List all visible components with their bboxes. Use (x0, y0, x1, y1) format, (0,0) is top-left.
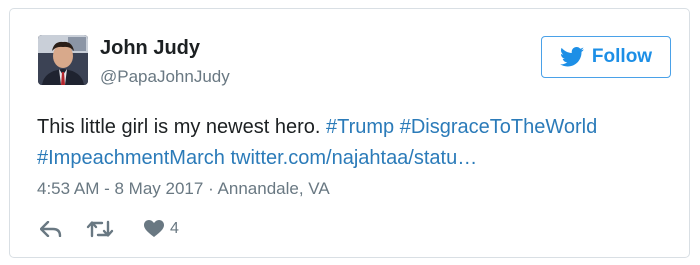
tweet-body: This little girl is my newest hero. (37, 116, 321, 138)
meta-separator: · (208, 179, 214, 198)
like-count: 4 (170, 220, 179, 237)
hashtag-trump[interactable]: #Trump (326, 116, 394, 138)
tweet-actions: 4 (40, 218, 179, 240)
tweet-link[interactable]: twitter.com/najahtaa/statu… (230, 147, 477, 169)
tweet-timestamp[interactable]: 4:53 AM - 8 May 2017 (37, 179, 203, 198)
like-button[interactable]: 4 (144, 220, 179, 238)
tweet-text: This little girl is my newest hero. #Tru… (37, 112, 677, 174)
hashtag-impeachmentmarch[interactable]: #ImpeachmentMarch (37, 147, 225, 169)
tweet-meta: 4:53 AM - 8 May 2017 · Annandale, VA (37, 179, 330, 199)
avatar[interactable] (38, 35, 88, 85)
profile-photo-icon (38, 35, 88, 85)
reply-icon (40, 221, 62, 237)
screen-name[interactable]: @PapaJohnJudy (100, 67, 230, 87)
tweet-card: John Judy @PapaJohnJudy Follow This litt… (9, 8, 690, 258)
follow-button[interactable]: Follow (541, 36, 671, 78)
follow-button-label: Follow (591, 46, 653, 67)
tweet-location[interactable]: Annandale, VA (218, 179, 330, 198)
twitter-bird-icon (559, 47, 584, 67)
hashtag-disgracetotheworld[interactable]: #DisgraceToTheWorld (400, 116, 598, 138)
reply-button[interactable] (40, 221, 62, 237)
heart-icon (144, 220, 164, 237)
retweet-icon (86, 220, 114, 238)
display-name[interactable]: John Judy (100, 37, 200, 60)
retweet-button[interactable] (86, 220, 114, 238)
